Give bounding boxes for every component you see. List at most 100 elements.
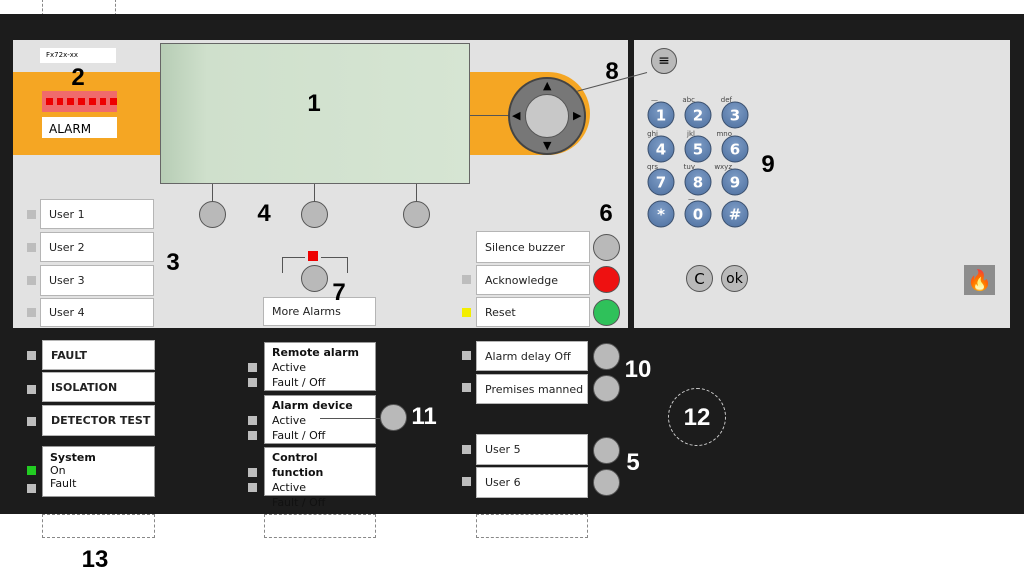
key-letters: mno <box>716 130 732 138</box>
premises-manned-button[interactable] <box>593 375 620 402</box>
callout-12: 12 <box>683 404 711 431</box>
led <box>99 98 107 105</box>
bottom-slot-outline <box>476 514 588 538</box>
bottom-slot-outline <box>264 514 376 538</box>
led <box>462 383 471 392</box>
callout-4: 4 <box>257 200 271 227</box>
fault-label: FAULT <box>42 340 155 370</box>
more-alarms-button[interactable] <box>301 265 328 292</box>
key-0[interactable]: 0 <box>684 200 712 228</box>
key-letters: qrs <box>647 163 658 171</box>
arrow-up-icon[interactable]: ▲ <box>543 79 551 92</box>
alarm-delay-off-label: Alarm delay Off <box>476 341 588 371</box>
callout-2: 2 <box>71 64 85 91</box>
group-fault: Fault / Off <box>272 376 326 389</box>
led-active <box>248 416 257 425</box>
nav-center-button[interactable] <box>525 94 569 138</box>
user-5-button[interactable] <box>593 437 620 464</box>
callout-11: 11 <box>411 403 437 430</box>
group-panel: Alarm device Active Fault / Off <box>264 395 376 444</box>
user-2-button[interactable]: User 2 <box>40 232 154 262</box>
system-fault: Fault <box>50 477 77 490</box>
reset-button[interactable] <box>593 299 620 326</box>
soft-key-3[interactable] <box>403 201 430 228</box>
acknowledge-button[interactable] <box>593 266 620 293</box>
navigation-arrows-icon[interactable]: ▲ ▼ ◀ ▶ <box>508 77 586 155</box>
soft-key-1[interactable] <box>199 201 226 228</box>
callout-10: 10 <box>624 356 652 383</box>
alarm-label: ALARM <box>42 117 117 138</box>
ok-button[interactable]: ok <box>721 265 748 292</box>
clear-button[interactable]: C <box>686 265 713 292</box>
callout-5: 5 <box>626 449 640 476</box>
led <box>27 243 36 252</box>
user-5-label: User 5 <box>476 434 588 465</box>
key-1[interactable]: 1 <box>647 101 675 129</box>
key-3[interactable]: 3 <box>721 101 749 129</box>
led <box>27 417 36 426</box>
key-letters: — <box>651 96 658 104</box>
user-6-label: User 6 <box>476 467 588 498</box>
key-9[interactable]: 9 <box>721 168 749 196</box>
led-active <box>248 468 257 477</box>
arrow-down-icon[interactable]: ▼ <box>543 139 551 152</box>
group-fault: Fault / Off <box>272 496 326 509</box>
led <box>78 98 85 105</box>
arrow-left-icon[interactable]: ◀ <box>512 109 520 122</box>
group-fault: Fault / Off <box>272 429 326 442</box>
callout-3: 3 <box>166 249 180 276</box>
group-title: Alarm device <box>272 399 353 412</box>
flame-icon: 🔥 <box>964 265 995 295</box>
arrow-right-icon[interactable]: ▶ <box>573 109 581 122</box>
key-letters: — <box>688 195 695 203</box>
key-*[interactable]: * <box>647 200 675 228</box>
model-label: Fx72x-xx <box>40 48 116 63</box>
key-letters: abc <box>682 96 695 104</box>
user-3-button[interactable]: User 3 <box>40 265 154 296</box>
led <box>462 445 471 454</box>
key-letters: wxyz <box>714 163 732 171</box>
key-2[interactable]: 2 <box>684 101 712 129</box>
more-alarms-label: More Alarms <box>263 297 376 326</box>
group-title: Control function <box>272 451 324 479</box>
key-letters: tuv <box>683 163 695 171</box>
bottom-slot-outline <box>42 514 155 538</box>
menu-icon[interactable]: ≡ <box>651 48 677 74</box>
system-on: On <box>50 464 66 477</box>
key-6[interactable]: 6 <box>721 135 749 163</box>
led-system-fault <box>27 484 36 493</box>
user-4-button[interactable]: User 4 <box>40 298 154 327</box>
led <box>27 385 36 394</box>
user-6-button[interactable] <box>593 469 620 496</box>
orange-band-left <box>13 72 161 155</box>
alarm-delay-off-button[interactable] <box>593 343 620 370</box>
callout-9: 9 <box>761 151 775 178</box>
led <box>46 98 53 105</box>
led <box>27 351 36 360</box>
key-letters: ghi <box>647 130 658 138</box>
key-4[interactable]: 4 <box>647 135 675 163</box>
key-8[interactable]: 8 <box>684 168 712 196</box>
callout-13: 13 <box>81 546 109 573</box>
silence-buzzer-button[interactable] <box>593 234 620 261</box>
led <box>462 477 471 486</box>
silence-buzzer-label: Silence buzzer <box>476 231 590 263</box>
group-button[interactable] <box>380 404 407 431</box>
led <box>110 98 118 105</box>
detector-test-label: DETECTOR TEST <box>42 405 155 436</box>
isolation-label: ISOLATION <box>42 372 155 402</box>
key-7[interactable]: 7 <box>647 168 675 196</box>
key-#[interactable]: # <box>721 200 749 228</box>
key-5[interactable]: 5 <box>684 135 712 163</box>
led <box>27 308 36 317</box>
callout-6: 6 <box>599 200 613 227</box>
premises-manned-label: Premises manned <box>476 374 588 404</box>
user-1-button[interactable]: User 1 <box>40 199 154 229</box>
group-panel: Remote alarm Active Fault / Off <box>264 342 376 391</box>
callout-7: 7 <box>332 279 346 306</box>
led-fault <box>248 431 257 440</box>
led <box>67 98 75 105</box>
soft-key-2[interactable] <box>301 201 328 228</box>
system-panel: System On Fault <box>42 446 155 497</box>
led-active <box>248 363 257 372</box>
